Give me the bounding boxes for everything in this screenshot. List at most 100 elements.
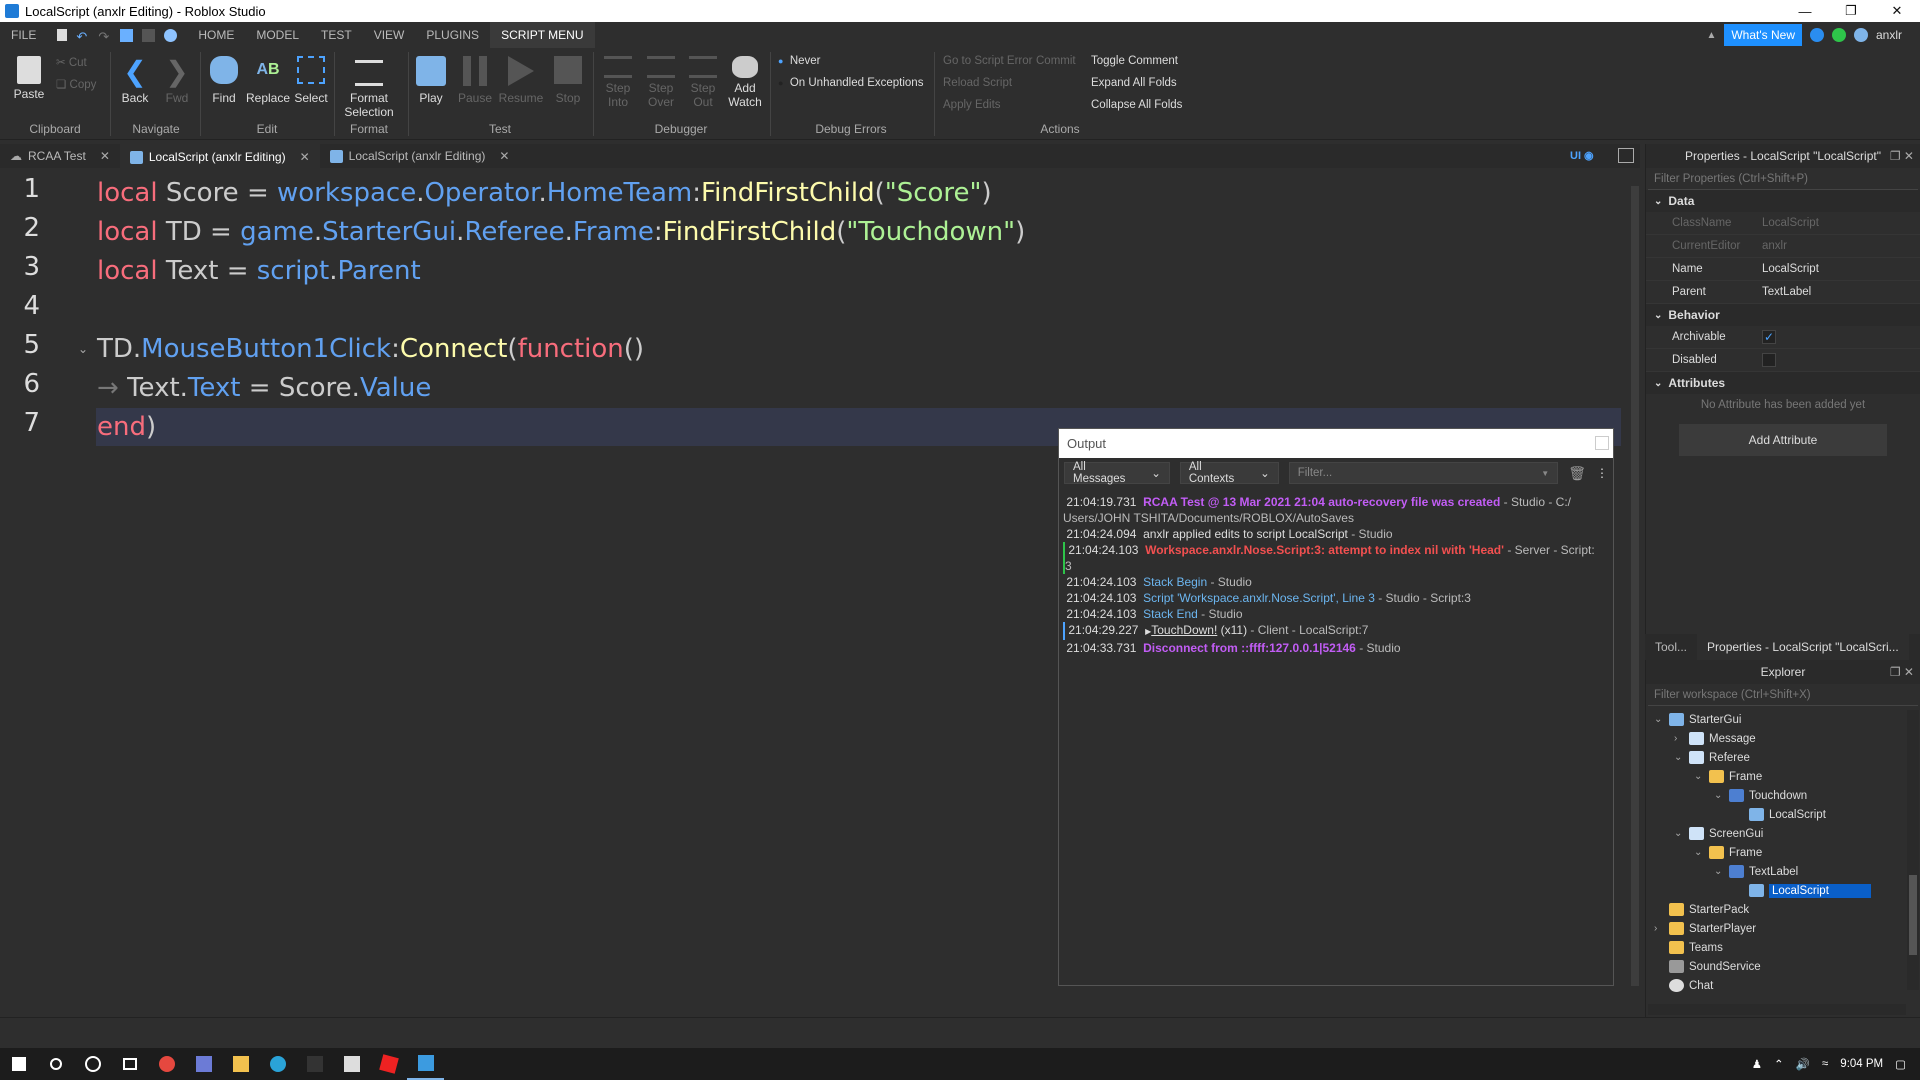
- more-options-icon[interactable]: ⋮: [1596, 466, 1608, 480]
- user-name[interactable]: anxlr: [1876, 28, 1902, 42]
- scrollbar-thumb[interactable]: [1909, 875, 1917, 955]
- new-file-icon[interactable]: [57, 29, 68, 41]
- toggle-comment-button[interactable]: Toggle Comment: [1091, 55, 1178, 67]
- format-selection-button[interactable]: Format Selection: [338, 56, 400, 119]
- search-button[interactable]: [37, 1048, 74, 1080]
- step-over-button[interactable]: Step Over: [641, 56, 681, 109]
- reload-script-button[interactable]: Reload Script: [943, 77, 1012, 89]
- close-tab-icon[interactable]: ✕: [499, 149, 509, 163]
- chevron-up-icon[interactable]: ⌃: [1774, 1057, 1784, 1071]
- expand-all-folds-button[interactable]: Expand All Folds: [1091, 77, 1177, 89]
- chevron-down-icon[interactable]: ⌄: [1714, 866, 1724, 877]
- panel-controls[interactable]: ❐ ✕: [1890, 149, 1914, 163]
- add-watch-button[interactable]: Add Watch: [725, 56, 765, 109]
- replace-button[interactable]: AB Replace: [246, 56, 290, 105]
- roblox-player-app[interactable]: [370, 1048, 407, 1080]
- paste-button[interactable]: Paste: [10, 56, 48, 101]
- stop-button[interactable]: Stop: [550, 56, 586, 105]
- tab-properties[interactable]: Properties - LocalScript "LocalScri...: [1697, 634, 1909, 660]
- select-button[interactable]: Select: [294, 56, 328, 105]
- status-icon[interactable]: [1831, 28, 1846, 42]
- step-out-button[interactable]: Step Out: [683, 56, 723, 109]
- tab-home[interactable]: HOME: [187, 22, 245, 48]
- chevron-down-icon[interactable]: ⌄: [1654, 714, 1664, 725]
- undo-icon[interactable]: ↶: [76, 29, 89, 44]
- property-row[interactable]: Parent TextLabel: [1646, 281, 1920, 304]
- minimize-button[interactable]: —: [1782, 0, 1828, 22]
- tab-plugins[interactable]: PLUGINS: [415, 22, 490, 48]
- go-to-script-error-button[interactable]: Go to Script Error: [943, 55, 1032, 67]
- play-button[interactable]: Play: [413, 56, 449, 105]
- share-icon[interactable]: [1853, 28, 1868, 42]
- explorer-item[interactable]: Chat: [1654, 976, 1713, 995]
- close-tab-icon[interactable]: ✕: [100, 149, 110, 163]
- context-filter-dropdown[interactable]: All Contexts ⌄: [1179, 461, 1279, 485]
- chevron-right-icon[interactable]: ›: [1674, 733, 1684, 744]
- properties-filter-input[interactable]: Filter Properties (Ctrl+Shift+P): [1648, 168, 1918, 190]
- edge-app[interactable]: [259, 1048, 296, 1080]
- explorer-item[interactable]: Teams: [1654, 938, 1723, 957]
- never-radio[interactable]: ● Never: [778, 55, 821, 67]
- binoculars-icon[interactable]: [164, 28, 178, 42]
- tab-view[interactable]: VIEW: [363, 22, 416, 48]
- publish-icon[interactable]: [120, 28, 134, 42]
- explorer-item[interactable]: ⌄ Frame: [1694, 767, 1762, 786]
- explorer-item-selected[interactable]: LocalScript: [1734, 881, 1871, 900]
- fold-chevron-icon[interactable]: ⌄: [78, 342, 88, 356]
- start-button[interactable]: [0, 1048, 37, 1080]
- collapse-ribbon-icon[interactable]: ▲: [1706, 30, 1716, 41]
- close-icon[interactable]: [1595, 436, 1609, 450]
- tab-file[interactable]: FILE: [0, 22, 47, 48]
- chevron-right-icon[interactable]: ›: [1654, 923, 1664, 934]
- people-icon[interactable]: ♟: [1752, 1057, 1762, 1071]
- output-filter-input[interactable]: Filter... ▼: [1288, 462, 1559, 484]
- copy-button[interactable]: ❏ Copy: [56, 77, 96, 91]
- find-button[interactable]: Find: [208, 56, 240, 105]
- doc-tab-localscript-active[interactable]: LocalScript (anxlr Editing) ✕: [119, 144, 320, 168]
- property-row[interactable]: Name LocalScript: [1646, 258, 1920, 281]
- explorer-item[interactable]: › Message: [1674, 729, 1756, 748]
- section-attributes[interactable]: ⌄ Attributes: [1646, 372, 1920, 394]
- tab-test[interactable]: TEST: [310, 22, 363, 48]
- editor-scrollbar[interactable]: [1628, 172, 1642, 1017]
- chevron-down-icon[interactable]: ⌄: [1694, 847, 1704, 858]
- explorer-item[interactable]: › StarterPlayer: [1654, 919, 1756, 938]
- ui-visibility-icon[interactable]: UI ◉: [1570, 149, 1594, 162]
- scrollbar-thumb[interactable]: [1631, 186, 1639, 986]
- chevron-down-icon[interactable]: ⌄: [1674, 828, 1684, 839]
- app-button[interactable]: [185, 1048, 222, 1080]
- doc-tab-localscript[interactable]: LocalScript (anxlr Editing) ✕: [320, 144, 520, 168]
- explorer-item[interactable]: ⌄ Frame: [1694, 843, 1762, 862]
- close-button[interactable]: ✕: [1874, 0, 1920, 22]
- explorer-item[interactable]: ⌄ ScreenGui: [1674, 824, 1763, 843]
- chevron-down-icon[interactable]: ⌄: [1674, 752, 1684, 763]
- roblox-studio-app[interactable]: [407, 1048, 444, 1080]
- archivable-checkbox[interactable]: ✓: [1762, 330, 1776, 344]
- store-app[interactable]: [333, 1048, 370, 1080]
- wifi-icon[interactable]: ≈: [1822, 1058, 1828, 1070]
- apply-edits-button[interactable]: Apply Edits: [943, 99, 1001, 111]
- explorer-filter-input[interactable]: Filter workspace (Ctrl+Shift+X): [1648, 684, 1918, 706]
- chevron-down-icon[interactable]: ⌄: [1714, 790, 1724, 801]
- clock-time[interactable]: 9:04 PM: [1840, 1058, 1883, 1070]
- dock-panel-icon[interactable]: [1618, 148, 1634, 163]
- tab-toolbox[interactable]: Tool...: [1645, 634, 1697, 660]
- panel-controls[interactable]: ❐ ✕: [1890, 665, 1914, 679]
- cortana-button[interactable]: [74, 1048, 111, 1080]
- forward-button[interactable]: ❯ Fwd: [162, 56, 192, 105]
- output-header[interactable]: Output: [1059, 429, 1613, 458]
- section-data[interactable]: ⌄ Data: [1646, 190, 1920, 212]
- save-icon[interactable]: [142, 28, 156, 42]
- explorer-item[interactable]: ⌄ Referee: [1674, 748, 1750, 767]
- tab-script-menu[interactable]: SCRIPT MENU: [490, 22, 595, 48]
- explorer-item[interactable]: LocalScript: [1734, 805, 1826, 824]
- explorer-item[interactable]: ⌄ Touchdown: [1714, 786, 1807, 805]
- commit-button[interactable]: Commit: [1036, 55, 1076, 67]
- explorer-item[interactable]: StarterPack: [1654, 900, 1749, 919]
- explorer-item[interactable]: ⌄ TextLabel: [1714, 862, 1798, 881]
- whats-new-button[interactable]: What's New: [1724, 24, 1802, 46]
- chevron-down-icon[interactable]: ⌄: [1694, 771, 1704, 782]
- resume-button[interactable]: Resume: [497, 56, 545, 105]
- message-filter-dropdown[interactable]: All Messages ⌄: [1064, 461, 1170, 485]
- redo-icon[interactable]: ↷: [98, 29, 111, 44]
